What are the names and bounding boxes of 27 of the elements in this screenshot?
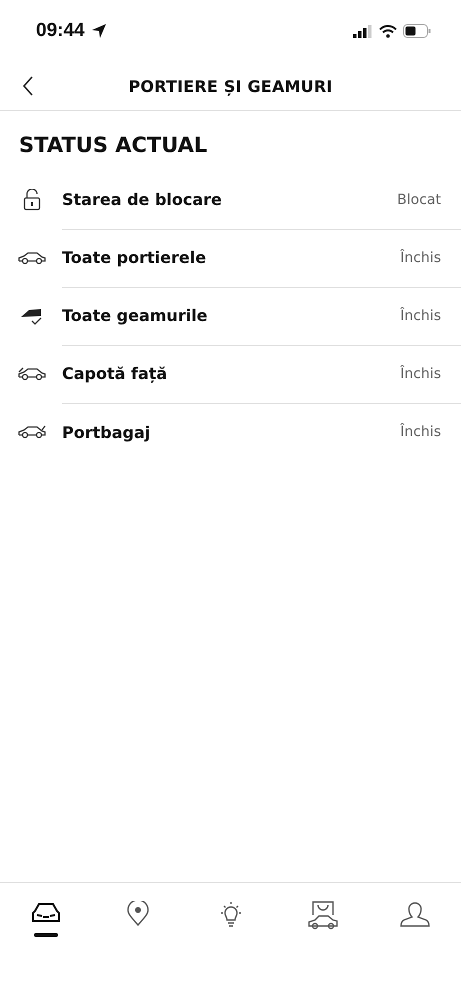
active-tab-indicator xyxy=(34,933,58,937)
status-value: Închis xyxy=(400,366,441,382)
page-title: PORTIERE ȘI GEAMURI xyxy=(128,76,333,96)
car-icon xyxy=(17,251,47,265)
status-label: Toate geamurile xyxy=(62,306,208,325)
lock-icon xyxy=(23,189,41,211)
status-label: Starea de blocare xyxy=(62,190,222,209)
status-value: Blocat xyxy=(397,192,441,208)
profile-icon xyxy=(400,901,430,929)
status-value: Închis xyxy=(400,250,441,266)
status-value: Închis xyxy=(400,424,441,440)
map-pin-icon xyxy=(126,901,150,927)
car-trunk-icon xyxy=(17,425,47,439)
status-label: Toate portierele xyxy=(62,248,206,267)
car-icon xyxy=(30,901,62,925)
status-value: Închis xyxy=(400,308,441,324)
battery-icon xyxy=(403,24,431,38)
status-time: 09:44 xyxy=(36,20,85,42)
location-arrow-icon xyxy=(90,23,107,39)
status-label: Capotă față xyxy=(62,364,168,383)
section-title: STATUS ACTUAL xyxy=(19,133,208,157)
signal-icon xyxy=(353,24,373,38)
wifi-icon xyxy=(379,24,397,38)
back-icon xyxy=(22,76,34,96)
car-hood-icon xyxy=(17,367,47,381)
shopping-bag-car-icon xyxy=(306,901,339,931)
status-label: Portbagaj xyxy=(62,422,150,442)
